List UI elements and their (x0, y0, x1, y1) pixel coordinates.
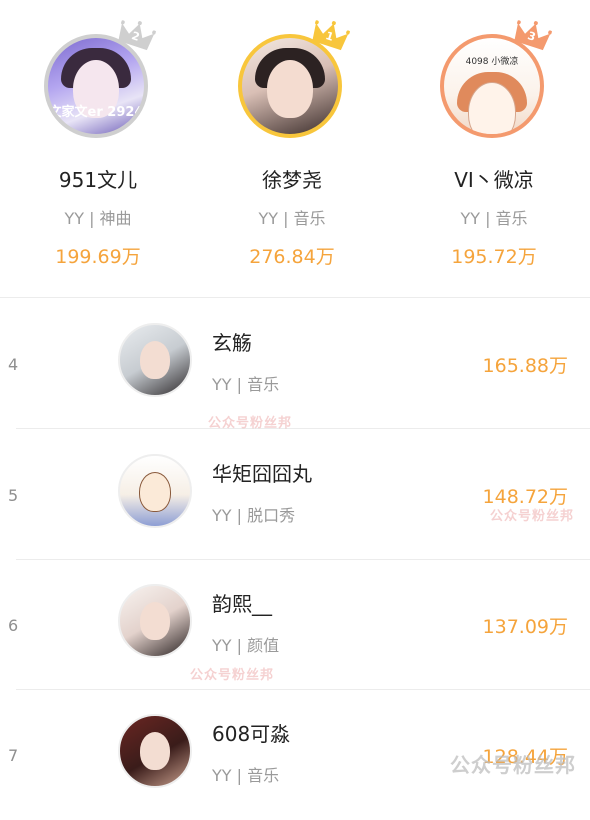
avatar-caption: 4098 小微凉 (465, 57, 519, 67)
list-item[interactable]: 6 韵熙__ YY | 颜值 137.09万 (0, 560, 590, 690)
streamer-score: 137.09万 (482, 616, 568, 638)
avatar[interactable] (118, 323, 192, 397)
podium-avatar-wrap: 文家文er 2924 2 (38, 20, 158, 140)
avatar-face-shape (140, 602, 170, 640)
podium-score: 276.84万 (249, 246, 335, 268)
podium-avatar-wrap: 1 (232, 20, 352, 140)
avatar-face-shape (267, 60, 313, 118)
divider (0, 297, 590, 298)
podium-card-rank-1[interactable]: 1 徐梦尧 YY | 音乐 276.84万 (194, 0, 390, 298)
podium-card-rank-3[interactable]: 4098 小微凉 3 VI丶微凉 YY | 音乐 195.72万 (396, 0, 590, 298)
streamer-name[interactable]: 韵熙__ (212, 588, 272, 617)
watermark-text: 公众号粉丝邦 (208, 416, 293, 431)
avatar[interactable] (118, 454, 192, 528)
podium-name[interactable]: 徐梦尧 (194, 164, 390, 193)
streamer-name[interactable]: 玄觞 (212, 327, 252, 356)
podium-card-rank-2[interactable]: 文家文er 2924 2 951文儿 YY | 神曲 199.69万 (0, 0, 196, 298)
top-three-podium: 文家文er 2924 2 951文儿 YY | 神曲 199.69万 1 徐梦尧… (0, 0, 590, 298)
rank-number: 7 (8, 746, 19, 765)
avatar-face-shape (468, 82, 516, 134)
rank-number: 4 (8, 355, 19, 374)
avatar-face-shape (140, 341, 170, 379)
streamer-category: YY | 颜值 (212, 636, 280, 655)
list-item[interactable]: 5 华矩囧囧丸 YY | 脱口秀 148.72万 (0, 430, 590, 560)
podium-category: YY | 音乐 (258, 209, 326, 228)
podium-score: 195.72万 (451, 246, 537, 268)
streamer-category: YY | 音乐 (212, 766, 280, 785)
rank-number: 5 (8, 486, 19, 505)
avatar-face-shape (139, 472, 171, 512)
watermark-text: 公众号粉丝邦 (490, 509, 575, 524)
podium-category: YY | 音乐 (460, 209, 528, 228)
streamer-name[interactable]: 608可淼 (212, 718, 290, 747)
podium-name[interactable]: 951文儿 (0, 164, 196, 193)
list-item[interactable]: 4 玄觞 YY | 音乐 165.88万 (0, 299, 590, 429)
divider (16, 428, 590, 429)
streamer-category: YY | 脱口秀 (212, 506, 296, 525)
streamer-category: YY | 音乐 (212, 375, 280, 394)
streamer-score: 165.88万 (482, 355, 568, 377)
podium-avatar-wrap: 4098 小微凉 3 (434, 20, 554, 140)
rank-number: 6 (8, 616, 19, 635)
streamer-name[interactable]: 华矩囧囧丸 (212, 458, 312, 487)
avatar-face-shape (140, 732, 170, 770)
avatar-caption: 文家文er 2924 (48, 105, 144, 120)
watermark-text: 公众号粉丝邦 (190, 668, 275, 683)
podium-name[interactable]: VI丶微凉 (396, 164, 590, 193)
watermark-text: 公众号粉丝邦 (450, 753, 576, 777)
avatar[interactable] (118, 584, 192, 658)
avatar[interactable] (118, 714, 192, 788)
podium-category: YY | 神曲 (64, 209, 132, 228)
podium-score: 199.69万 (55, 246, 141, 268)
